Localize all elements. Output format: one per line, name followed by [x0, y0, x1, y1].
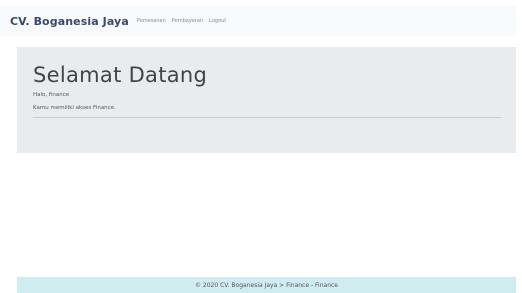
welcome-panel: Selamat Datang Halo, finance Kamu memili…	[17, 47, 516, 153]
nav-link-logout[interactable]: Logout	[209, 18, 226, 24]
greeting-text: Halo, finance	[33, 92, 70, 98]
access-info-text: Kamu memiliki akses Finance.	[33, 105, 116, 111]
nav-link-pemesanan[interactable]: Pemesanan	[137, 18, 166, 24]
top-navbar: CV. Boganesia Jaya Pemesanan Pembayaran …	[0, 6, 516, 36]
footer-text: © 2020 CV. Boganesia Jaya > Finance - Fi…	[195, 281, 338, 289]
page-title: Selamat Datang	[33, 63, 208, 87]
divider	[33, 117, 501, 118]
brand-logo-text[interactable]: CV. Boganesia Jaya	[10, 15, 129, 28]
nav-link-pembayaran[interactable]: Pembayaran	[172, 18, 203, 24]
page-footer: © 2020 CV. Boganesia Jaya > Finance - Fi…	[17, 277, 516, 293]
